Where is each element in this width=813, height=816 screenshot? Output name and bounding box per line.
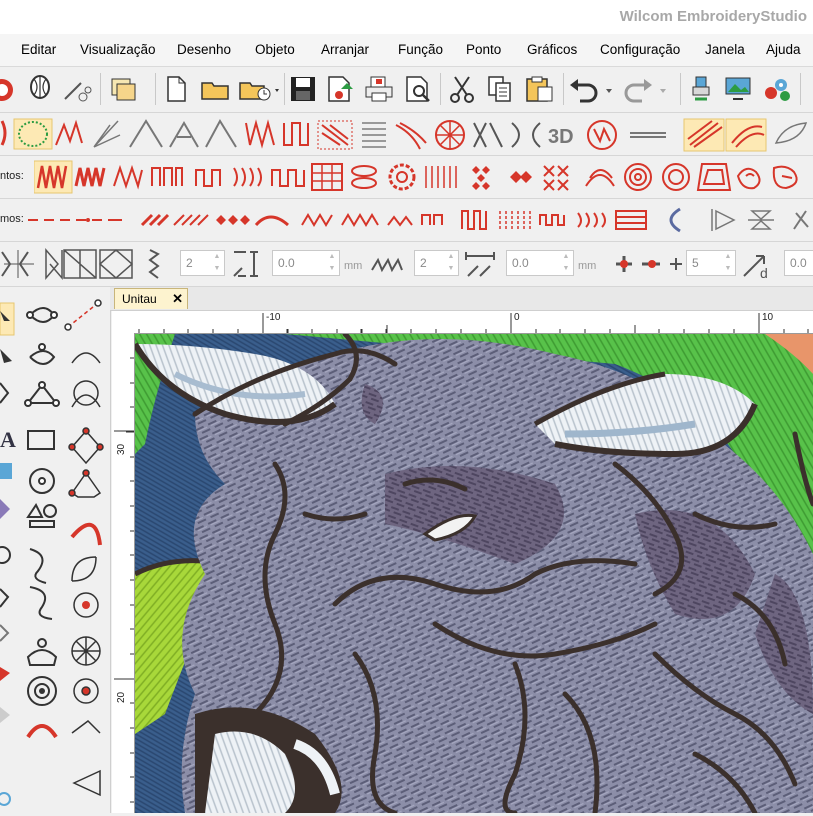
image-import-icon[interactable] xyxy=(722,74,754,104)
menu-ponto[interactable]: Ponto xyxy=(466,42,501,57)
menu-objeto[interactable]: Objeto xyxy=(255,42,295,57)
print-preview-icon[interactable] xyxy=(402,74,434,104)
redo-icon[interactable] xyxy=(622,74,670,104)
ruler-top-label: -10 xyxy=(266,312,281,323)
document-tab-label: Unitau xyxy=(122,292,157,306)
open-folder-icon[interactable] xyxy=(199,74,233,104)
ruler-corner xyxy=(112,311,136,334)
stack-pages-icon[interactable] xyxy=(106,74,142,104)
document-tab-bar: Unitau ✕ xyxy=(110,287,813,311)
paste-icon[interactable] xyxy=(522,74,556,104)
stitch-types-toolbar: ntos: xyxy=(0,156,813,199)
digitizing-tools[interactable]: 3D xyxy=(0,113,813,155)
red-logo-icon[interactable] xyxy=(0,75,14,105)
document-tab[interactable]: Unitau ✕ xyxy=(114,288,188,309)
unit-label-2: mm xyxy=(578,260,597,272)
density-field[interactable]: 5 ▲ ▼ xyxy=(686,250,736,276)
save-as-image-icon[interactable] xyxy=(324,74,356,104)
undo-icon[interactable] xyxy=(568,74,616,104)
design-canvas[interactable] xyxy=(135,334,813,813)
new-file-icon[interactable] xyxy=(162,74,190,104)
menu-janela[interactable]: Janela xyxy=(705,42,745,57)
balloon-icon[interactable] xyxy=(26,74,54,104)
menu-funcao[interactable]: Função xyxy=(398,42,443,57)
ruler-top-label: 0 xyxy=(514,312,520,323)
menu-graficos[interactable]: Gráficos xyxy=(527,42,577,57)
toolbox-icons[interactable]: A xyxy=(0,287,110,813)
ruler-top-label: 10 xyxy=(762,312,774,323)
width-icon xyxy=(465,252,495,277)
zigzag-icon xyxy=(371,257,403,273)
width-field[interactable]: 0.0 ▲ ▼ xyxy=(506,250,574,276)
effects-buttons[interactable] xyxy=(26,199,813,241)
close-tab-icon[interactable]: ✕ xyxy=(172,289,183,309)
ruler-left-label: 20 xyxy=(116,691,127,703)
unit-label-1: mm xyxy=(344,260,363,272)
digitizing-toolbar: 3D xyxy=(0,113,813,156)
menu-configuracao[interactable]: Configuração xyxy=(600,42,680,57)
svg-text:d: d xyxy=(760,265,768,281)
left-toolbox: A xyxy=(0,287,111,813)
offset-field[interactable]: 0.0 xyxy=(784,250,813,276)
length-field[interactable]: 0.0 ▲ ▼ xyxy=(272,250,340,276)
open-recent-icon[interactable] xyxy=(238,74,282,104)
svg-text:3D: 3D xyxy=(548,126,574,148)
transform-buttons[interactable] xyxy=(0,242,180,286)
menu-ajuda[interactable]: Ajuda xyxy=(766,42,801,57)
ruler-left-label: 30 xyxy=(116,443,127,455)
menu-visualizacao[interactable]: Visualização xyxy=(80,42,156,57)
stitch-player-icon[interactable] xyxy=(686,74,716,104)
effects-label: mos: xyxy=(0,213,24,225)
magic-wand-icon[interactable] xyxy=(60,74,94,104)
standard-toolbar xyxy=(0,67,813,113)
properties-toolbar: 2 ▲ ▼ 0.0 ▲ ▼ mm 2 ▲ ▼ 0.0 ▲ ▼ mm 5 ▲ ▼ d 0.0 xyxy=(0,242,813,287)
stitch-types-label: ntos: xyxy=(0,170,24,182)
menu-editar[interactable]: Editar xyxy=(21,42,56,57)
menu-arranjar[interactable]: Arranjar xyxy=(321,42,369,57)
ruler-left: 30 20 xyxy=(112,333,135,813)
embroidery-design xyxy=(135,334,813,813)
svg-text:A: A xyxy=(0,427,16,452)
menu-bar: Editar Visualização Desenho Objeto Arran… xyxy=(0,34,813,67)
color-balls-icon[interactable] xyxy=(760,74,794,104)
density-icons[interactable] xyxy=(608,246,686,282)
ruler-top: -10 0 10 xyxy=(135,311,813,334)
title-bar: Wilcom EmbroideryStudio xyxy=(0,0,813,35)
spacing-field[interactable]: 2 ▲ ▼ xyxy=(180,250,225,276)
app-title: Wilcom EmbroideryStudio xyxy=(619,8,807,25)
save-icon[interactable] xyxy=(287,74,319,104)
length-icon xyxy=(233,251,258,277)
count-field[interactable]: 2 ▲ ▼ xyxy=(414,250,459,276)
cut-icon[interactable] xyxy=(446,74,478,104)
effects-toolbar: mos: xyxy=(0,199,813,242)
menu-desenho[interactable]: Desenho xyxy=(177,42,231,57)
print-icon[interactable] xyxy=(362,74,396,104)
stitch-type-buttons[interactable] xyxy=(34,156,813,198)
offset-icon: d xyxy=(743,255,768,281)
copy-icon[interactable] xyxy=(484,74,516,104)
